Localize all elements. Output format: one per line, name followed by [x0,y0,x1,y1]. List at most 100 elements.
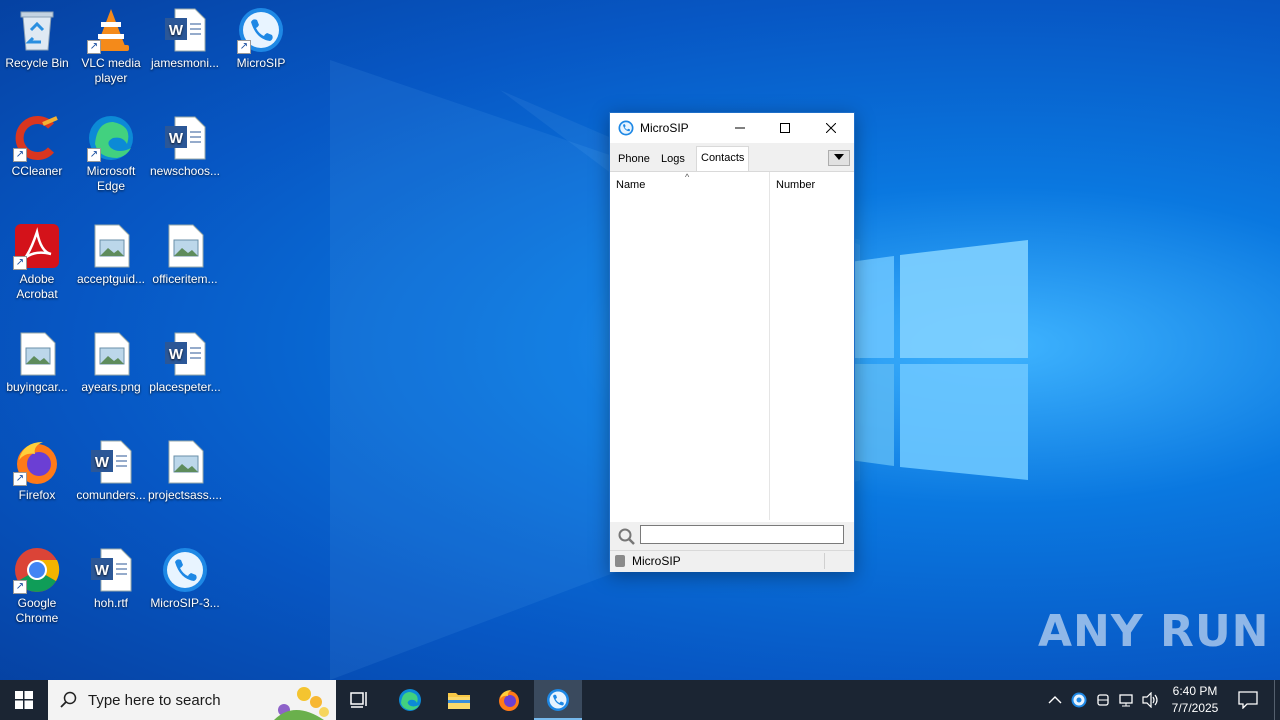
desktop-icon-jamesmoni[interactable]: W jamesmoni... [148,0,222,71]
shortcut-arrow-icon: ↗ [237,40,251,54]
desktop-icon-label: MicroSIP [236,56,286,70]
desktop-icon-label: projectsass.... [148,488,223,502]
shortcut-arrow-icon: ↗ [13,256,27,270]
taskbar-firefox-button[interactable] [485,680,533,720]
shortcut-arrow-icon: ↗ [13,472,27,486]
desktop-icon-acceptguid[interactable]: acceptguid... [74,216,148,287]
desktop-icon-label: newschoos... [149,164,221,178]
status-bar: MicroSIP [610,550,854,572]
tray-device-icon[interactable] [1095,692,1111,708]
chevron-down-icon [834,154,844,160]
title-bar[interactable]: MicroSIP [610,113,854,143]
folder-icon [448,693,470,709]
desktop-icon-label: ayears.png [81,380,141,394]
show-hidden-icons-chevron-up-icon[interactable] [1048,695,1062,705]
desktop-icon-label: Recycle Bin [5,56,69,70]
show-desktop-button[interactable] [1274,680,1275,720]
minimize-button[interactable] [718,113,762,143]
image-file-icon [94,224,130,268]
microsip-icon [163,548,207,592]
taskbar: Type here to search 6:40 PM 7/7/2025 [0,680,1280,720]
contacts-list[interactable]: ^ Name Number [610,172,854,522]
close-icon [826,123,836,133]
desktop-icon-officeritem[interactable]: officeritem... [148,216,222,287]
taskbar-microsip-button[interactable] [534,680,582,720]
desktop-icon-label: Microsoft Edge [86,164,136,193]
microsip-window: MicroSIP Phone Logs Contacts ^ Name Numb… [609,112,855,572]
contacts-search-input[interactable] [640,525,844,544]
desktop-icon-label: comunders... [76,488,146,502]
window-title: MicroSIP [640,121,689,135]
desktop-icon-buyingcar[interactable]: buyingcar... [0,324,74,395]
windows-logo-wallpaper [850,240,1028,480]
desktop-icon-label: MicroSIP-3... [150,596,220,610]
taskbar-clock[interactable]: 6:40 PM 7/7/2025 [1162,683,1228,717]
desktop-icon-google-chrome[interactable]: ↗ Google Chrome [0,540,74,626]
tab-phone[interactable]: Phone [614,150,654,168]
close-button[interactable] [809,113,853,143]
desktop-icon-edge[interactable]: ↗ Microsoft Edge [74,108,148,194]
volume-icon[interactable] [1142,692,1160,708]
desktop-icon-label: Firefox [18,488,56,502]
desktop-icon-projectsass[interactable]: projectsass.... [148,432,222,503]
desktop-icon-comunders[interactable]: W comunders... [74,432,148,503]
column-header-number[interactable]: Number [776,179,815,191]
search-highlight-flowers-icon [274,687,329,720]
image-file-icon [20,332,56,376]
word-doc-icon: W [91,440,132,484]
desktop-icon-hoh-rtf[interactable]: W hoh.rtf [74,540,148,611]
desktop-icon-microsip-installer[interactable]: MicroSIP-3... [148,540,222,611]
desktop-icon-adobe-acrobat[interactable]: ↗ Adobe Acrobat [0,216,74,302]
desktop-icon-firefox[interactable]: ↗ Firefox [0,432,74,503]
search-icon [60,691,77,708]
desktop-icon-ayears[interactable]: ayears.png [74,324,148,395]
svg-text:W: W [169,130,184,147]
desktop-icon-newschoos[interactable]: W newschoos... [148,108,222,179]
taskbar-edge-button[interactable] [386,680,434,720]
desktop-icon-label: Adobe Acrobat [16,272,58,301]
status-text: MicroSIP [632,554,681,568]
recycle-bin-icon [20,11,54,51]
shortcut-arrow-icon: ↗ [87,40,101,54]
svg-text:W: W [169,22,184,39]
desktop-icon-microsip[interactable]: ↗ MicroSIP [224,0,298,71]
network-icon[interactable] [1118,692,1136,708]
taskbar-file-explorer-button[interactable] [435,680,483,720]
search-row [610,522,854,550]
desktop-icon-placespeter[interactable]: W placespeter... [148,324,222,395]
taskbar-search-box[interactable]: Type here to search [48,680,336,720]
desktop-icon-vlc[interactable]: ↗ VLC media player [74,0,148,86]
start-button[interactable] [0,680,48,720]
clock-date: 7/7/2025 [1171,701,1219,715]
column-divider[interactable] [769,172,770,520]
desktop-icon-ccleaner[interactable]: ↗ CCleaner [0,108,74,179]
search-placeholder: Type here to search [88,692,221,709]
desktop-icon-label: Google Chrome [15,596,59,625]
sort-ascending-icon: ^ [685,172,690,182]
desktop-icon-label: buyingcar... [6,380,68,394]
desktop-icon-label: acceptguid... [76,272,146,286]
column-header-name[interactable]: Name [616,179,645,191]
desktop-icon-label: officeritem... [152,272,218,286]
task-view-button[interactable] [336,680,384,720]
tray-microsip-icon[interactable] [1071,692,1087,708]
notifications-icon[interactable] [1238,691,1258,709]
desktop-icon-label: hoh.rtf [93,596,129,610]
word-doc-icon: W [165,8,206,52]
shortcut-arrow-icon: ↗ [13,580,27,594]
menu-dropdown-button[interactable] [828,150,850,166]
task-view-icon [350,692,367,708]
desktop-icon-label: jamesmoni... [150,56,220,70]
desktop-icon-label: VLC media player [81,56,141,85]
microsip-icon [618,120,634,136]
tab-logs[interactable]: Logs [657,150,689,168]
shortcut-arrow-icon: ↗ [87,148,101,162]
tab-contacts[interactable]: Contacts [696,146,750,171]
maximize-button[interactable] [763,113,807,143]
microsip-icon [547,689,569,711]
windows-start-icon [15,691,33,709]
maximize-icon [780,123,790,133]
desktop-icon-recycle-bin[interactable]: Recycle Bin [0,0,74,71]
word-doc-icon: W [165,332,206,376]
minimize-icon [735,127,745,129]
